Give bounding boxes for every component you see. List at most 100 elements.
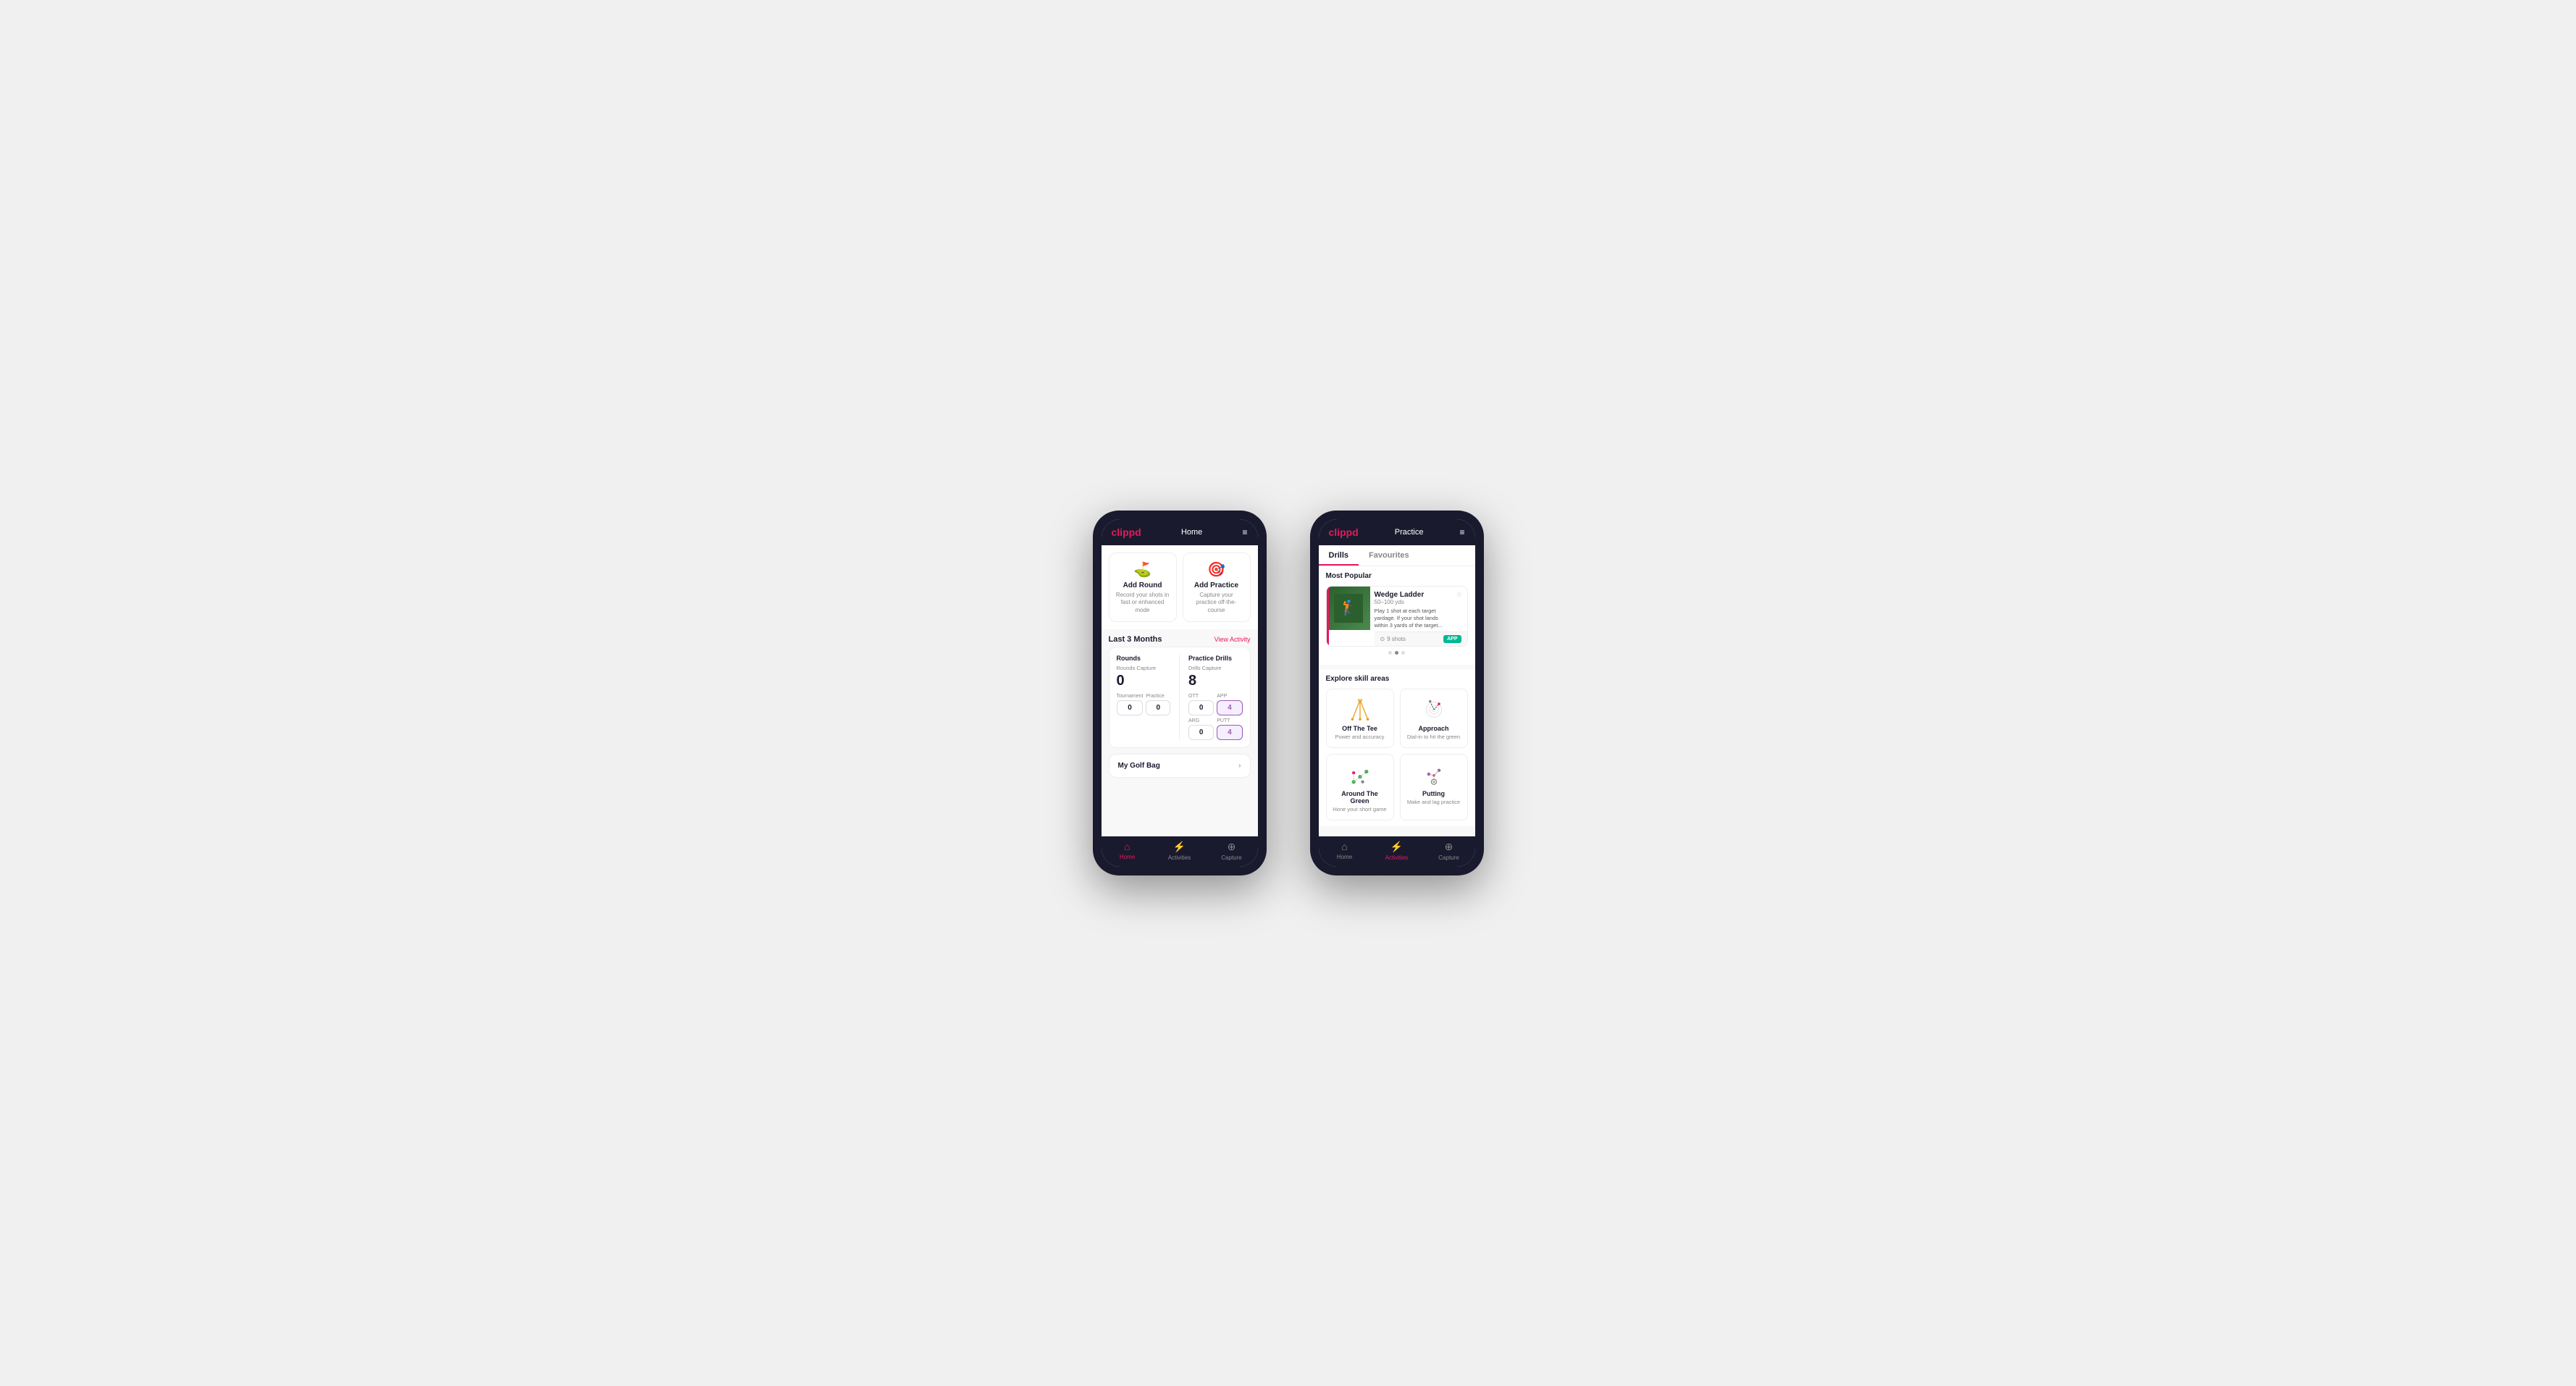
drills-capture-label: Drills Capture — [1188, 665, 1243, 671]
home-header: clippd Home ≡ — [1102, 519, 1258, 545]
view-activity-link[interactable]: View Activity — [1214, 636, 1251, 643]
nav-activities[interactable]: ⚡ Activities — [1154, 841, 1206, 861]
practice-menu-icon[interactable]: ≡ — [1459, 527, 1464, 537]
arg-item: ARG 0 — [1188, 718, 1214, 740]
skill-approach[interactable]: Approach Dial-in to hit the green — [1400, 689, 1468, 748]
drill-footer: ⊙ 9 shots APP — [1375, 631, 1467, 646]
practice-drills-col: Practice Drills Drills Capture 8 OTT 0 A… — [1188, 655, 1243, 740]
app-badge: APP — [1443, 635, 1461, 643]
dot-2 — [1395, 651, 1398, 655]
drill-range: 50–100 yds — [1375, 599, 1453, 605]
approach-svg — [1421, 699, 1447, 721]
capture-nav-label: Capture — [1221, 854, 1241, 861]
add-round-title: Add Round — [1123, 581, 1162, 589]
phone-practice: clippd Practice ≡ Drills Favourites Most… — [1310, 511, 1484, 875]
activity-section-title: Last 3 Months — [1109, 635, 1162, 644]
putt-label: PUTT — [1217, 718, 1242, 723]
skill-grid: Off The Tee Power and accuracy — [1326, 689, 1468, 820]
rounds-col: Rounds Rounds Capture 0 Tournament 0 Pra… — [1117, 655, 1171, 740]
practice-nav-activities[interactable]: ⚡ Activities — [1371, 841, 1423, 861]
home-bottom-nav: ⌂ Home ⚡ Activities ⊕ Capture — [1102, 836, 1258, 867]
add-practice-card[interactable]: 🎯 Add Practice Capture your practice off… — [1183, 553, 1251, 622]
add-practice-title: Add Practice — [1194, 581, 1238, 589]
around-the-green-icon-area — [1346, 762, 1375, 787]
quick-actions: ⛳ Add Round Record your shots in fast or… — [1102, 545, 1258, 629]
add-practice-desc: Capture your practice off-the-course — [1189, 592, 1244, 614]
stats-row: Rounds Rounds Capture 0 Tournament 0 Pra… — [1117, 655, 1243, 740]
capture-nav-icon: ⊕ — [1228, 841, 1236, 853]
practice-content: Most Popular 🏌 Wedge Ladder — [1319, 566, 1475, 836]
add-round-icon: ⛳ — [1133, 560, 1151, 579]
putt-value: 4 — [1217, 725, 1242, 740]
tournament-label: Tournament — [1117, 694, 1144, 699]
practice-activities-nav-label: Activities — [1385, 854, 1409, 861]
home-content: ⛳ Add Round Record your shots in fast or… — [1102, 545, 1258, 836]
tournament-item: Tournament 0 — [1117, 694, 1144, 715]
ott-label: OTT — [1188, 694, 1214, 699]
golf-bag-card[interactable]: My Golf Bag › — [1109, 754, 1251, 778]
tab-favourites[interactable]: Favourites — [1359, 545, 1419, 566]
around-the-green-desc: Hone your short game — [1333, 806, 1386, 812]
approach-name: Approach — [1418, 725, 1448, 732]
approach-icon-area — [1419, 697, 1448, 722]
practice-capture-nav-icon: ⊕ — [1445, 841, 1453, 853]
chevron-right-icon: › — [1238, 762, 1241, 770]
activities-nav-icon: ⚡ — [1173, 841, 1186, 853]
practice-title: Practice — [1395, 528, 1424, 537]
stats-card: Rounds Rounds Capture 0 Tournament 0 Pra… — [1109, 647, 1251, 748]
activities-nav-label: Activities — [1168, 854, 1191, 861]
practice-header: clippd Practice ≡ — [1319, 519, 1475, 545]
arg-label: ARG — [1188, 718, 1214, 723]
ott-value: 0 — [1188, 700, 1214, 715]
add-practice-icon: 🎯 — [1207, 560, 1225, 579]
dot-1 — [1388, 651, 1392, 655]
rounds-capture-label: Rounds Capture — [1117, 665, 1171, 671]
app-value: 4 — [1217, 700, 1242, 715]
nav-capture[interactable]: ⊕ Capture — [1206, 841, 1258, 861]
arg-value: 0 — [1188, 725, 1214, 740]
putting-icon-area — [1419, 762, 1448, 787]
star-icon[interactable]: ☆ — [1456, 591, 1463, 599]
practice-nav-home[interactable]: ⌂ Home — [1319, 841, 1371, 861]
putting-svg — [1421, 764, 1447, 786]
nav-home[interactable]: ⌂ Home — [1102, 841, 1154, 861]
skill-putting[interactable]: Putting Make and lag practice — [1400, 754, 1468, 820]
skill-off-the-tee[interactable]: Off The Tee Power and accuracy — [1326, 689, 1394, 748]
home-title: Home — [1181, 528, 1202, 537]
practice-rounds-label: Practice — [1146, 694, 1170, 699]
scene: clippd Home ≡ ⛳ Add Round Record your sh… — [1064, 482, 1513, 904]
phone-practice-screen: clippd Practice ≡ Drills Favourites Most… — [1319, 519, 1475, 867]
approach-desc: Dial-in to hit the green — [1407, 734, 1460, 740]
tab-drills[interactable]: Drills — [1319, 545, 1359, 566]
skill-around-the-green[interactable]: Around The Green Hone your short game — [1326, 754, 1394, 820]
add-round-card[interactable]: ⛳ Add Round Record your shots in fast or… — [1109, 553, 1177, 622]
home-nav-label: Home — [1120, 854, 1135, 860]
app-item: APP 4 — [1217, 694, 1242, 715]
off-the-tee-svg — [1347, 699, 1373, 721]
most-popular-section: Most Popular 🏌 Wedge Ladder — [1319, 566, 1475, 665]
practice-home-nav-icon: ⌂ — [1341, 841, 1347, 852]
ott-item: OTT 0 — [1188, 694, 1214, 715]
practice-logo: clippd — [1329, 526, 1359, 538]
shots-count: 9 shots — [1387, 636, 1406, 642]
practice-activities-nav-icon: ⚡ — [1390, 841, 1403, 853]
putting-desc: Make and lag practice — [1407, 799, 1460, 805]
around-the-green-svg — [1347, 764, 1373, 786]
explore-section: Explore skill areas — [1319, 669, 1475, 826]
home-menu-icon[interactable]: ≡ — [1242, 527, 1247, 537]
activity-section-header: Last 3 Months View Activity — [1102, 629, 1258, 647]
practice-home-nav-label: Home — [1337, 854, 1352, 860]
drill-desc: Play 1 shot at each target yardage. If y… — [1375, 608, 1453, 629]
practice-nav-capture[interactable]: ⊕ Capture — [1423, 841, 1475, 861]
rounds-sub-grid: Tournament 0 Practice 0 — [1117, 694, 1171, 715]
home-nav-icon: ⌂ — [1124, 841, 1130, 852]
drill-shots: ⊙ 9 shots — [1380, 636, 1406, 642]
add-round-desc: Record your shots in fast or enhanced mo… — [1115, 592, 1170, 614]
practice-tab-bar: Drills Favourites — [1319, 545, 1475, 566]
drills-sub-grid-2: ARG 0 PUTT 4 — [1188, 718, 1243, 740]
drill-card[interactable]: 🏌 Wedge Ladder 50–100 yds Play 1 shot at… — [1326, 586, 1468, 647]
svg-text:🏌: 🏌 — [1339, 599, 1357, 616]
putting-name: Putting — [1422, 790, 1445, 797]
practice-capture-nav-label: Capture — [1438, 854, 1459, 861]
tournament-value: 0 — [1117, 700, 1144, 715]
